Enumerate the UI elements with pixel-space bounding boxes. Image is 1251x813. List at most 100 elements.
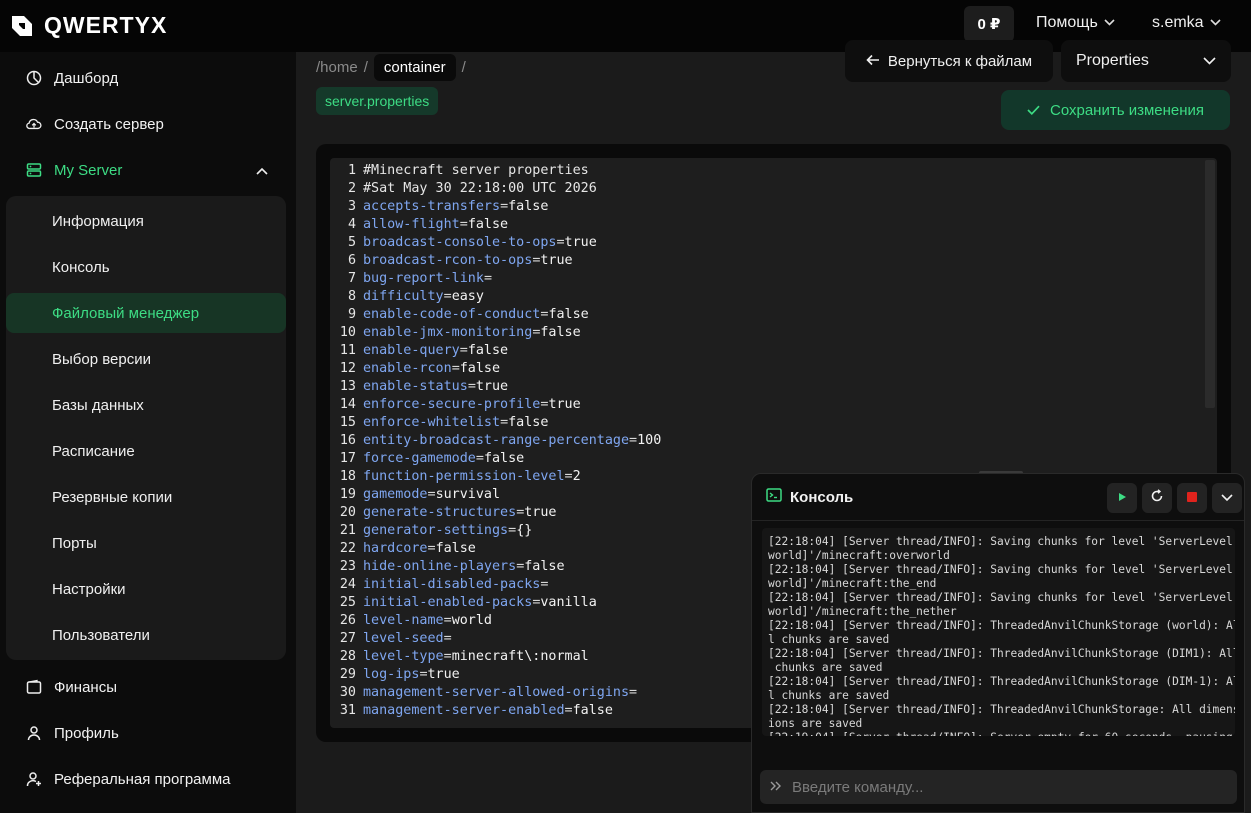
code-line[interactable]: 17 force-gamemode=false	[330, 450, 1200, 468]
breadcrumb-root[interactable]: /home	[316, 59, 358, 76]
property-value: true	[524, 505, 557, 520]
code-line[interactable]: 12 enable-rcon=false	[330, 360, 1200, 378]
code-line[interactable]: 8 difficulty=easy	[330, 288, 1200, 306]
property-key: enable-jmx-monitoring	[363, 325, 533, 340]
code-line[interactable]: 16 entity-broadcast-range-percentage=100	[330, 432, 1200, 450]
user-menu[interactable]: s.emka	[1152, 14, 1221, 32]
equals-sign: =	[443, 649, 452, 664]
line-number: 25	[339, 595, 356, 610]
submenu-item-settings[interactable]: Настройки	[6, 569, 286, 609]
equals-sign: =	[540, 577, 549, 592]
save-changes-button[interactable]: Сохранить изменения	[1001, 90, 1230, 130]
equals-sign: =	[629, 685, 638, 700]
code-line[interactable]: 7 bug-report-link=	[330, 270, 1200, 288]
syntax-select[interactable]: Properties	[1061, 40, 1231, 82]
syntax-select-value: Properties	[1076, 52, 1149, 69]
code-line[interactable]: 1 #Minecraft server properties	[330, 162, 1200, 180]
sidebar-item-profile[interactable]: Профиль	[0, 713, 296, 753]
help-label: Помощь	[1036, 14, 1098, 31]
submenu-item-schedule[interactable]: Расписание	[6, 431, 286, 471]
line-number: 5	[347, 235, 356, 250]
equals-sign: =	[467, 379, 476, 394]
sidebar-item-create-server[interactable]: Создать сервер	[0, 104, 296, 144]
breadcrumb-folder[interactable]: container	[373, 53, 456, 81]
property-value: 100	[637, 433, 662, 448]
sidebar-item-referral[interactable]: Реферальная программа	[0, 759, 296, 799]
line-number: 6	[347, 253, 356, 268]
user-label: s.emka	[1152, 14, 1204, 31]
stop-icon	[1187, 489, 1197, 507]
code-line[interactable]: 15 enforce-whitelist=false	[330, 414, 1200, 432]
log-line: [22:19:04] [Server thread/INFO]: Server …	[768, 731, 1233, 736]
back-to-files-button[interactable]: Вернуться к файлам	[845, 40, 1053, 82]
submenu-item-backups[interactable]: Резервные копии	[6, 477, 286, 517]
command-bar	[760, 770, 1237, 804]
console-title: Консоль	[790, 488, 854, 506]
line-number: 16	[339, 433, 356, 448]
arrow-left-icon	[866, 53, 880, 70]
property-value: false	[483, 451, 525, 466]
property-value: 2	[572, 469, 581, 484]
sidebar-item-my-server[interactable]: My Server	[0, 150, 296, 190]
property-key: initial-disabled-packs	[363, 577, 541, 592]
code-line[interactable]: 2 #Sat May 30 22:18:00 UTC 2026	[330, 180, 1200, 198]
code-line[interactable]: 9 enable-code-of-conduct=false	[330, 306, 1200, 324]
breadcrumb-separator: /	[363, 58, 368, 76]
code-line[interactable]: 4 allow-flight=false	[330, 216, 1200, 234]
referral-icon	[26, 771, 42, 787]
collapse-console-button[interactable]	[1212, 483, 1242, 513]
code-line[interactable]: 10 enable-jmx-monitoring=false	[330, 324, 1200, 342]
code-line[interactable]: 14 enforce-secure-profile=true	[330, 396, 1200, 414]
property-value: false	[459, 361, 501, 376]
code-line[interactable]: 11 enable-query=false	[330, 342, 1200, 360]
sidebar-item-label: My Server	[54, 161, 123, 179]
line-number: 18	[339, 469, 356, 484]
submenu-item-databases[interactable]: Базы данных	[6, 385, 286, 425]
equals-sign: =	[564, 703, 573, 718]
property-value: true	[427, 667, 460, 682]
sidebar-item-dashboard[interactable]: Дашборд	[0, 58, 296, 98]
check-icon	[1027, 102, 1040, 119]
logo[interactable]: QWERTYX	[10, 12, 167, 39]
balance-badge[interactable]: 0 ₽	[964, 6, 1014, 42]
log-line: [22:18:04] [Server thread/INFO]: Saving …	[768, 591, 1235, 604]
line-number: 17	[339, 451, 356, 466]
line-number: 2	[347, 181, 356, 196]
restart-button[interactable]	[1142, 483, 1172, 513]
submenu-item-users[interactable]: Пользователи	[6, 615, 286, 655]
line-number: 1	[347, 163, 356, 178]
command-input[interactable]	[792, 778, 1212, 796]
code-line[interactable]: 13 enable-status=true	[330, 378, 1200, 396]
start-button[interactable]	[1107, 483, 1137, 513]
chevron-up-icon[interactable]	[256, 162, 268, 179]
property-key: allow-flight	[363, 217, 460, 232]
property-key: entity-broadcast-range-percentage	[363, 433, 630, 448]
editor-scrollbar[interactable]	[1205, 160, 1215, 408]
submenu-item-version[interactable]: Выбор версии	[6, 339, 286, 379]
log-line: world]'/minecraft:the_end	[768, 577, 937, 590]
chevron-down-icon	[1221, 489, 1233, 507]
submenu-item-file-manager[interactable]: Файловый менеджер	[6, 293, 286, 333]
sidebar: Дашборд Создать сервер My Server Информа…	[0, 52, 296, 813]
submenu-item-info[interactable]: Информация	[6, 201, 286, 241]
terminal-icon	[766, 488, 782, 506]
property-key: broadcast-console-to-ops	[363, 235, 557, 250]
code-line[interactable]: 6 broadcast-rcon-to-ops=true	[330, 252, 1200, 270]
console-log[interactable]: [22:18:04] [Server thread/INFO]: Saving …	[762, 528, 1235, 736]
sidebar-item-label: Профиль	[54, 724, 119, 742]
code-line[interactable]: 5 broadcast-console-to-ops=true	[330, 234, 1200, 252]
help-menu[interactable]: Помощь	[1036, 14, 1115, 32]
property-value: {}	[516, 523, 533, 538]
log-line: [22:18:04] [Server thread/INFO]: Threade…	[768, 675, 1235, 688]
submenu-item-console[interactable]: Консоль	[6, 247, 286, 287]
stop-button[interactable]	[1177, 483, 1207, 513]
line-number: 29	[339, 667, 356, 682]
line-number: 22	[339, 541, 356, 556]
property-value: false	[540, 325, 581, 340]
property-key: accepts-transfers	[363, 199, 501, 214]
code-line[interactable]: 3 accepts-transfers=false	[330, 198, 1200, 216]
property-value: false	[508, 199, 549, 214]
sidebar-item-finance[interactable]: Финансы	[0, 667, 296, 707]
property-value: easy	[451, 289, 484, 304]
submenu-item-ports[interactable]: Порты	[6, 523, 286, 563]
